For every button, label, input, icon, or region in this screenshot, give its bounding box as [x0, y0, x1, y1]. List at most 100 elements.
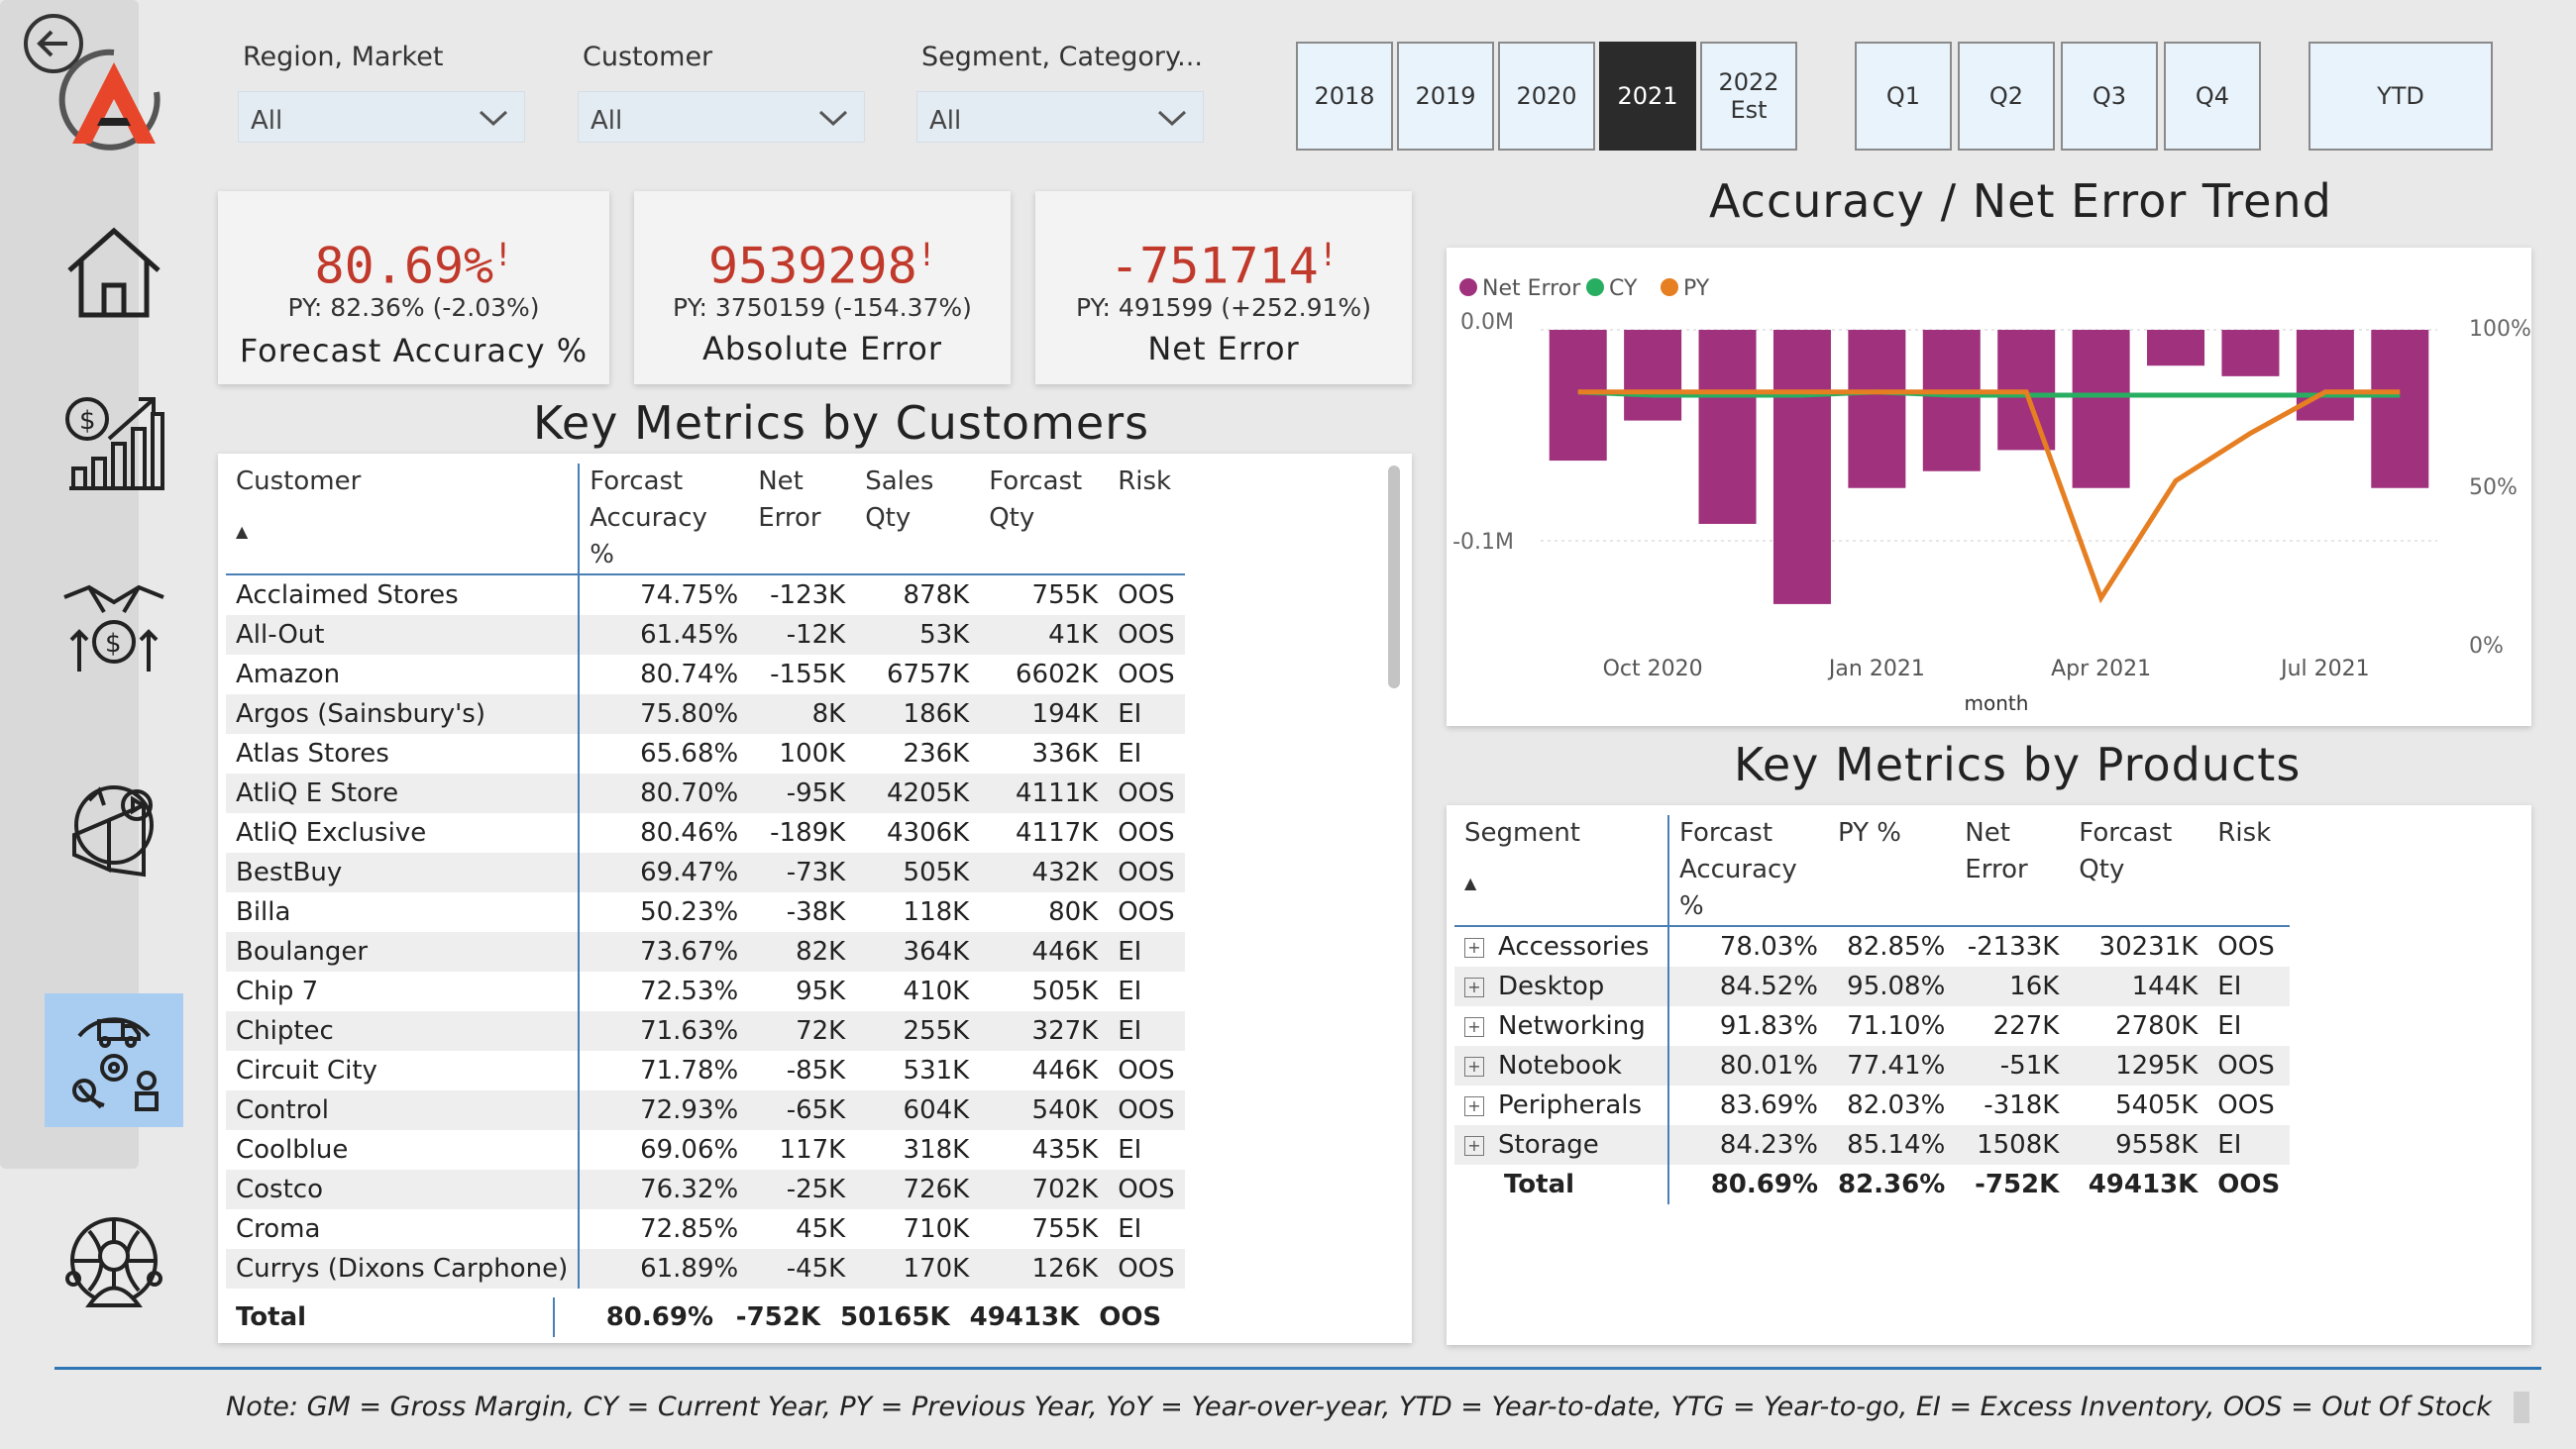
- table-cell: 75.80%: [579, 694, 749, 734]
- table-row[interactable]: Amazon 80.74% -155K 6757K 6602K OOS: [226, 655, 1185, 694]
- table-row[interactable]: All-Out 61.45% -12K 53K 41K OOS: [226, 615, 1185, 655]
- table-row[interactable]: Chiptec 71.63% 72K 255K 327K EI: [226, 1011, 1185, 1051]
- ytd-button[interactable]: YTD: [2308, 42, 2493, 151]
- table-row[interactable]: Coolblue 69.06% 117K 318K 435K EI: [226, 1130, 1185, 1170]
- column-header-forecast-accuracy[interactable]: Forcast Accuracy %: [579, 464, 748, 574]
- column-header-risk[interactable]: Risk: [1108, 464, 1184, 574]
- sales-handshake-icon: $: [63, 584, 164, 672]
- column-header-forecast-qty[interactable]: Forcast Qty: [979, 464, 1108, 574]
- table-cell: Currys (Dixons Carphone): [226, 1249, 581, 1289]
- column-header-net-error[interactable]: Net Error: [1955, 815, 2069, 926]
- table-cell: OOS: [1118, 660, 1175, 689]
- table-cell: 726K: [855, 1170, 980, 1209]
- expand-icon[interactable]: +: [1464, 1016, 1484, 1037]
- table-row[interactable]: + Accessories 78.03% 82.85% -2133K 30231K OOS: [1454, 926, 2290, 967]
- table-row[interactable]: BestBuy 69.47% -73K 505K 432K OOS: [226, 853, 1185, 892]
- table-row[interactable]: + Notebook 80.01% 77.41% -51K 1295K OOS: [1454, 1046, 2291, 1086]
- nav-marketing[interactable]: [45, 763, 183, 896]
- table-cell: 2780K: [2115, 1011, 2199, 1041]
- table-cell: 69.47%: [579, 853, 749, 892]
- table-row[interactable]: Circuit City 71.78% -85K 531K 446K OOS: [226, 1051, 1185, 1090]
- table-row[interactable]: Argos (Sainsbury's) 75.80% 8K 186K 194K EI: [226, 694, 1185, 734]
- table-cell: 170K: [855, 1249, 980, 1289]
- nav-executive[interactable]: [45, 1198, 183, 1332]
- column-header-customer[interactable]: Customer ▲: [226, 464, 581, 574]
- expand-icon[interactable]: +: [1464, 1056, 1484, 1077]
- table-cell: 446K: [979, 932, 1109, 972]
- quarter-button-q1[interactable]: Q1: [1855, 42, 1952, 151]
- segment-label: Desktop: [1498, 972, 1605, 1001]
- filter-customer-dropdown[interactable]: All: [578, 91, 865, 143]
- table-cell: 82.85%: [1847, 932, 1946, 962]
- quarter-button-q3[interactable]: Q3: [2061, 42, 2158, 151]
- table-cell: Coolblue: [226, 1130, 581, 1170]
- column-header-sales-qty[interactable]: Sales Qty: [855, 464, 979, 574]
- table-cell: 4117K: [1016, 818, 1099, 848]
- nav-sales[interactable]: $: [45, 555, 183, 688]
- expand-icon[interactable]: +: [1464, 1135, 1484, 1156]
- column-header-risk[interactable]: Risk: [2207, 815, 2290, 926]
- x-tick-label: Jul 2021: [2279, 657, 2370, 681]
- table-cell: EI: [1118, 739, 1142, 769]
- table-row[interactable]: + Networking 91.83% 71.10% 227K 2780K EI: [1454, 1006, 2290, 1046]
- table-cell: 755K: [1031, 1214, 1099, 1244]
- quarter-button-q2[interactable]: Q2: [1958, 42, 2055, 151]
- year-button-2021[interactable]: 2021: [1599, 42, 1696, 151]
- table-row[interactable]: Chip 7 72.53% 95K 410K 505K EI: [226, 972, 1185, 1011]
- products-table-title: Key Metrics by Products: [1734, 738, 2302, 791]
- table-cell: 50.23%: [640, 897, 739, 927]
- table-cell: 100K: [779, 739, 846, 769]
- nav-finance[interactable]: $: [45, 376, 183, 510]
- column-header-forecast-accuracy[interactable]: Forcast Accuracy %: [1668, 815, 1828, 926]
- table-row[interactable]: AtliQ Exclusive 80.46% -189K 4306K 4117K OOS: [226, 813, 1185, 853]
- nav-home[interactable]: [45, 203, 183, 337]
- filter-segment-value: All: [929, 106, 962, 136]
- table-row[interactable]: Billa 50.23% -38K 118K 80K OOS: [226, 892, 1185, 932]
- chevron-down-icon: [479, 110, 508, 127]
- year-button-2018[interactable]: 2018: [1296, 42, 1393, 151]
- table-cell: 77.41%: [1828, 1046, 1956, 1086]
- chevron-down-icon: [1157, 110, 1187, 127]
- table-cell: 95K: [796, 977, 846, 1006]
- column-header-segment[interactable]: Segment ▲: [1454, 815, 1669, 926]
- table-cell: OOS: [1108, 1170, 1185, 1209]
- table-cell: 61.45%: [579, 615, 749, 655]
- quarter-button-q4[interactable]: Q4: [2164, 42, 2261, 151]
- filter-customer-label: Customer: [583, 42, 713, 72]
- table-cell: -51K: [1955, 1046, 2070, 1086]
- net-error-bar: [2371, 330, 2429, 488]
- table-row[interactable]: + Peripherals 83.69% 82.03% -318K 5405K OOS: [1454, 1086, 2290, 1125]
- table-row[interactable]: Atlas Stores 65.68% 100K 236K 336K EI: [226, 734, 1185, 774]
- column-header-forecast-qty[interactable]: Forcast Qty: [2069, 815, 2207, 926]
- table-row[interactable]: Boulanger 73.67% 82K 364K 446K EI: [226, 932, 1185, 972]
- table-cell: 255K: [855, 1011, 980, 1051]
- warning-flag-icon: !: [493, 236, 513, 273]
- y-right-tick-label: 0%: [2469, 634, 2504, 659]
- table-cell: 6757K: [887, 660, 970, 689]
- supply-chain-icon: [72, 1016, 159, 1111]
- warning-flag-icon: !: [916, 236, 936, 273]
- table-row[interactable]: AtliQ E Store 80.70% -95K 4205K 4111K OOS: [226, 774, 1185, 813]
- table-row[interactable]: Croma 72.85% 45K 710K 755K EI: [226, 1209, 1185, 1249]
- year-button-2019[interactable]: 2019: [1397, 42, 1494, 151]
- year-button-2022-est[interactable]: 2022 Est: [1700, 42, 1797, 151]
- year-button-2020[interactable]: 2020: [1498, 42, 1595, 151]
- table-row[interactable]: Control 72.93% -65K 604K 540K OOS: [226, 1090, 1185, 1130]
- table-row[interactable]: Currys (Dixons Carphone) 61.89% -45K 170K 12…: [226, 1249, 1185, 1289]
- table-row[interactable]: Acclaimed Stores 74.75% -123K 878K 755K OOS: [226, 574, 1185, 615]
- table-row[interactable]: + Desktop 84.52% 95.08% 16K 144K EI: [1454, 967, 2291, 1006]
- column-header-py-pct[interactable]: PY %: [1828, 815, 1955, 926]
- expand-icon[interactable]: +: [1464, 937, 1484, 958]
- expand-icon[interactable]: +: [1464, 977, 1484, 997]
- filter-region-dropdown[interactable]: All: [238, 91, 525, 143]
- column-header-net-error[interactable]: Net Error: [748, 464, 855, 574]
- filter-segment-dropdown[interactable]: All: [916, 91, 1204, 143]
- table-row[interactable]: Costco 76.32% -25K 726K 702K OOS: [226, 1170, 1185, 1209]
- table-cell: -73K: [748, 853, 856, 892]
- expand-icon[interactable]: +: [1464, 1095, 1484, 1116]
- nav-supply-chain[interactable]: [45, 993, 183, 1127]
- customers-table-scrollbar[interactable]: [1388, 466, 1400, 688]
- table-row[interactable]: + Storage 84.23% 85.14% 1508K 9558K EI: [1454, 1125, 2291, 1165]
- table-cell: 83.69%: [1719, 1090, 1818, 1120]
- table-cell: 95.08%: [1828, 967, 1956, 1006]
